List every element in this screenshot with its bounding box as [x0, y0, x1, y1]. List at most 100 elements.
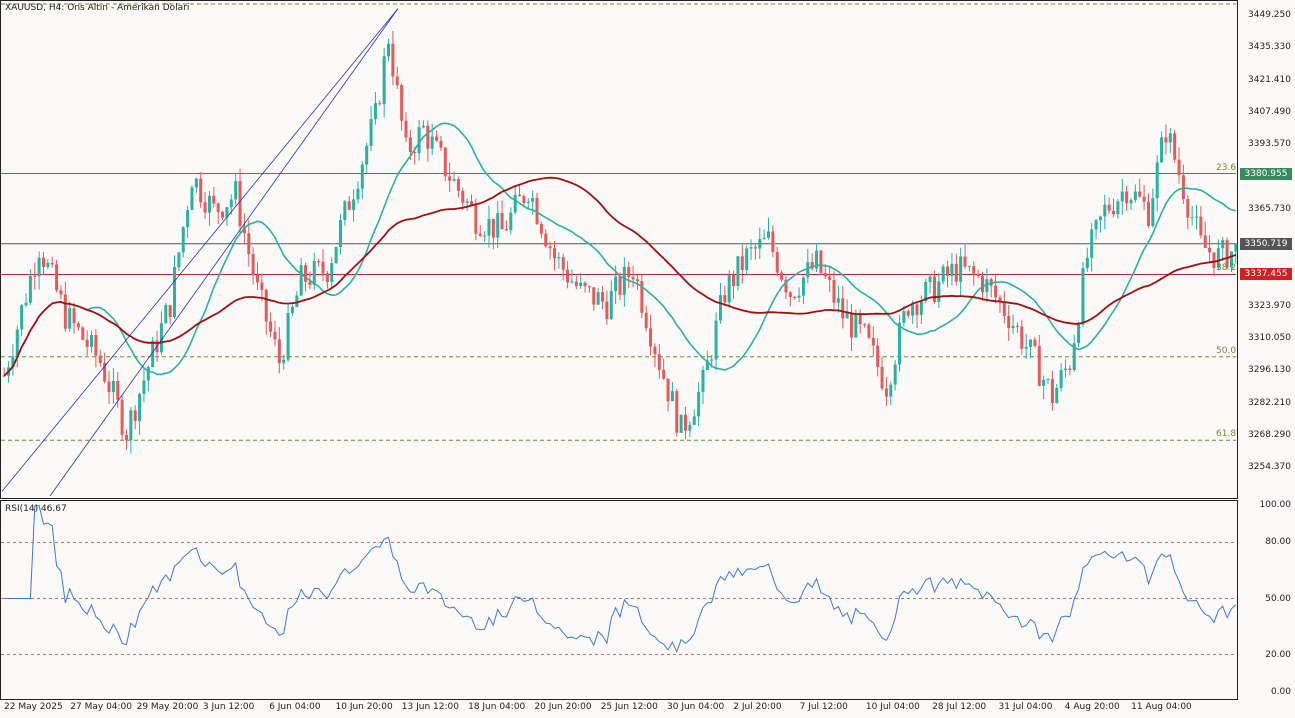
candle-body: [356, 188, 360, 200]
candle-body: [780, 272, 784, 280]
candle-body: [670, 391, 674, 402]
candle-body: [906, 311, 910, 316]
candle-body: [15, 329, 19, 357]
candle-body: [788, 292, 792, 297]
candle-body: [325, 273, 329, 283]
price-badge: 3337.455: [1240, 268, 1292, 281]
candle-body: [1059, 370, 1063, 388]
candle-body: [330, 263, 334, 283]
candle-body: [124, 434, 128, 441]
candle-body: [863, 324, 867, 326]
candle-body: [832, 280, 836, 303]
candle-body: [548, 246, 552, 249]
candle-body: [443, 147, 447, 177]
candle-body: [173, 267, 177, 317]
candle-body: [352, 199, 356, 210]
candle-body: [635, 279, 639, 282]
candle-body: [343, 201, 347, 221]
rsi-axis[interactable]: 100.00 80.00 50.00 20.00 0.00: [1238, 500, 1295, 700]
price-axis-label: 3435.330: [1248, 42, 1291, 53]
candle-body: [426, 125, 430, 149]
price-axis[interactable]: 3449.250 3435.330 3421.410 3407.490 3393.570…: [1238, 0, 1295, 499]
candle-body: [1098, 216, 1102, 221]
candle-body: [1046, 379, 1050, 381]
candle-body: [1151, 198, 1155, 226]
candle-body: [1133, 191, 1137, 201]
candle-body: [552, 248, 556, 259]
candle-body: [570, 281, 574, 283]
candle-body: [317, 261, 321, 263]
candle-body: [1024, 346, 1028, 349]
candle-body: [1107, 204, 1111, 211]
candle-body: [277, 339, 281, 364]
candle-body: [574, 281, 578, 287]
time-axis-label: 10 Jun 20:00: [335, 702, 393, 712]
candle-body: [430, 136, 434, 149]
candle-body: [1029, 339, 1033, 347]
candle-body: [1186, 199, 1190, 218]
chart-canvas: [1, 3, 1238, 655]
candle-body: [234, 181, 238, 200]
candle-body: [823, 272, 827, 277]
time-axis[interactable]: 22 May 2025 27 May 04:00 29 May 20:00 3 Jun…: [0, 700, 1295, 718]
price-axis-label: 3296.130: [1248, 365, 1291, 376]
candle-body: [793, 296, 797, 298]
candle-body: [596, 292, 600, 305]
price-axis-label: 3393.570: [1248, 139, 1291, 150]
candle-body: [959, 256, 963, 282]
candle-body: [421, 125, 425, 128]
candle-body: [448, 176, 452, 181]
candle-body: [692, 416, 696, 425]
candle-body: [710, 359, 714, 361]
candle-body: [138, 393, 142, 422]
candle-body: [28, 275, 32, 303]
price-axis-label: 3323.970: [1248, 300, 1291, 311]
candle-body: [50, 262, 54, 265]
candle-body: [592, 287, 596, 305]
candle-body: [229, 199, 233, 208]
price-axis-label: 3268.290: [1248, 429, 1291, 440]
time-axis-label: 20 Jun 20:00: [534, 702, 592, 712]
time-axis-label: 10 Jul 04:00: [865, 702, 920, 712]
candle-body: [1199, 216, 1203, 236]
candle-body: [1173, 133, 1177, 160]
price-axis-label: 3449.250: [1248, 10, 1291, 21]
candle-body: [181, 227, 185, 253]
candle-body: [976, 273, 980, 276]
candle-body: [849, 312, 853, 338]
candle-body: [373, 103, 377, 120]
candle-body: [1081, 268, 1085, 325]
time-axis-label: 3 Jun 12:00: [202, 702, 255, 712]
candle-body: [801, 277, 805, 296]
candle-body: [1103, 204, 1107, 217]
candle-body: [273, 331, 277, 340]
candle-body: [994, 285, 998, 298]
candle-body: [911, 304, 915, 316]
time-axis-label: 22 May 2025: [4, 702, 63, 712]
candle-body: [456, 178, 460, 191]
candle-body: [286, 312, 290, 360]
candle-body: [186, 210, 190, 228]
candle-body: [269, 321, 273, 332]
candle-body: [1221, 240, 1225, 249]
candle-body: [120, 399, 124, 435]
candle-body: [902, 311, 906, 323]
rsi-line: [4, 505, 1237, 654]
candle-body: [129, 410, 133, 441]
candle-body: [972, 266, 976, 274]
price-axis-label: 3254.370: [1248, 462, 1291, 473]
rsi-axis-label: 80.00: [1265, 537, 1291, 548]
candle-body: [928, 276, 932, 282]
time-axis-label: 27 May 04:00: [70, 702, 133, 712]
candle-body: [806, 262, 810, 278]
candle-body: [116, 380, 120, 400]
price-axis-label: 3310.050: [1248, 333, 1291, 344]
candle-body: [679, 414, 683, 433]
fib-level-label: 61.8: [1216, 429, 1237, 440]
time-axis-label: 4 Aug 20:00: [1064, 702, 1120, 712]
candle-body: [177, 252, 181, 268]
rsi-axis-label: 50.00: [1265, 593, 1291, 604]
candle-body: [1177, 159, 1181, 176]
price-axis-label: 3365.730: [1248, 203, 1291, 214]
candle-body: [439, 140, 443, 148]
